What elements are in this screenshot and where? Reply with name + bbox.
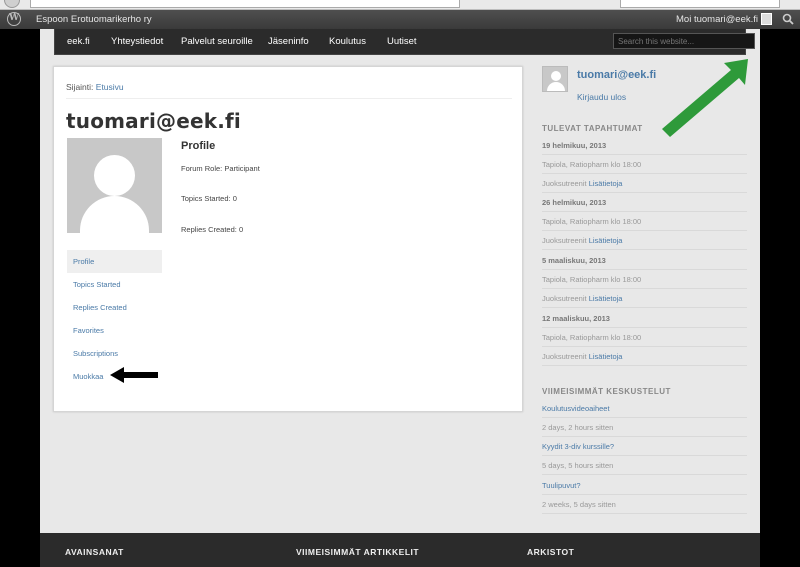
page-title: tuomari@eek.fi (66, 109, 241, 133)
main-nav: eek.fi Yhteystiedot Palvelut seuroille J… (54, 29, 755, 55)
search-icon[interactable] (782, 13, 794, 25)
admin-avatar[interactable] (761, 13, 772, 25)
nav-item-services[interactable]: Palvelut seuroille (181, 36, 253, 47)
sidebar-avatar (542, 66, 568, 92)
profile-heading: Profile (181, 140, 216, 152)
event-more-link[interactable]: Lisätietoja (589, 179, 623, 188)
footer-archives-heading: ARKISTOT (527, 547, 575, 557)
discussion-time: 2 days, 2 hours sitten (542, 423, 747, 437)
profile-card: Sijainti: Etusivu tuomari@eek.fi Profile… (53, 66, 523, 412)
discussion-time: 2 weeks, 5 days sitten (542, 500, 747, 514)
nav-item-contact[interactable]: Yhteystiedot (111, 36, 163, 47)
event-desc: Juoksutreenit Lisätietoja (542, 352, 747, 366)
footer: AVAINSANAT VIIMEISIMMÄT ARTIKKELIT ARKIS… (40, 533, 760, 567)
event-date: 19 helmikuu, 2013 (542, 141, 747, 155)
breadcrumb: Sijainti: Etusivu (66, 82, 124, 92)
sidebar-username[interactable]: tuomari@eek.fi (577, 69, 656, 81)
admin-site-name[interactable]: Espoon Erotuomarikerho ry (36, 14, 152, 25)
event-date: 5 maaliskuu, 2013 (542, 256, 747, 270)
event-desc-text: Juoksutreenit (542, 352, 587, 361)
event-date: 12 maaliskuu, 2013 (542, 314, 747, 328)
browser-search-box[interactable] (620, 0, 780, 8)
replies-created-count: Replies Created: 0 (181, 225, 244, 234)
events-heading: TULEVAT TAPAHTUMAT (542, 124, 643, 133)
profile-menu-item-favorites[interactable]: Favorites (67, 319, 162, 342)
event-desc: Juoksutreenit Lisätietoja (542, 236, 747, 250)
event-place: Tapiola, Ratiopharm klo 18:00 (542, 275, 747, 289)
breadcrumb-label: Sijainti: (66, 82, 94, 92)
annotation-arrow-black-icon (110, 367, 158, 383)
discussion-link[interactable]: Koulutusvideoaiheet (542, 404, 747, 418)
logout-link[interactable]: Kirjaudu ulos (577, 92, 626, 102)
nav-item-home[interactable]: eek.fi (67, 36, 90, 47)
profile-menu-item-replies[interactable]: Replies Created (67, 296, 162, 319)
wordpress-logo-icon[interactable]: W (7, 12, 21, 26)
event-desc: Juoksutreenit Lisätietoja (542, 179, 747, 193)
breadcrumb-home-link[interactable]: Etusivu (96, 82, 124, 92)
admin-howdy[interactable]: Moi tuomari@eek.fi (676, 14, 758, 25)
nav-item-training[interactable]: Koulutus (329, 36, 366, 47)
event-desc-text: Juoksutreenit (542, 236, 587, 245)
topics-started-count: Topics Started: 0 (181, 194, 237, 203)
profile-menu-item-profile[interactable]: Profile (67, 250, 162, 273)
profile-menu-item-subscriptions[interactable]: Subscriptions (67, 342, 162, 365)
site-frame: eek.fi Yhteystiedot Palvelut seuroille J… (40, 29, 760, 567)
discussion-link[interactable]: Kyydit 3-div kurssille? (542, 442, 747, 456)
footer-articles-heading: VIIMEISIMMÄT ARTIKKELIT (296, 547, 420, 557)
back-button[interactable] (4, 0, 20, 8)
event-place: Tapiola, Ratiopharm klo 18:00 (542, 333, 747, 347)
annotation-arrow-green-icon (662, 59, 748, 137)
forum-role: Forum Role: Participant (181, 164, 260, 173)
event-desc: Juoksutreenit Lisätietoja (542, 294, 747, 308)
address-bar[interactable] (30, 0, 460, 8)
event-place: Tapiola, Ratiopharm klo 18:00 (542, 160, 747, 174)
divider (66, 98, 512, 99)
footer-tags-heading: AVAINSANAT (65, 547, 124, 557)
profile-menu-item-topics[interactable]: Topics Started (67, 273, 162, 296)
nav-item-news[interactable]: Uutiset (387, 36, 417, 47)
event-place: Tapiola, Ratiopharm klo 18:00 (542, 217, 747, 231)
event-date: 26 helmikuu, 2013 (542, 198, 747, 212)
discussion-time: 5 days, 5 hours sitten (542, 461, 747, 475)
browser-toolbar (0, 0, 800, 10)
nav-item-member-info[interactable]: Jäseninfo (268, 36, 309, 47)
admin-bar: W Espoon Erotuomarikerho ry Moi tuomari@… (0, 10, 800, 29)
event-more-link[interactable]: Lisätietoja (589, 294, 623, 303)
avatar (67, 138, 162, 233)
event-desc-text: Juoksutreenit (542, 294, 587, 303)
discussion-link[interactable]: Tuulipuvut? (542, 481, 747, 495)
event-more-link[interactable]: Lisätietoja (589, 236, 623, 245)
event-more-link[interactable]: Lisätietoja (589, 352, 623, 361)
search-input[interactable] (613, 33, 755, 49)
event-desc-text: Juoksutreenit (542, 179, 587, 188)
discussions-heading: VIIMEISIMMÄT KESKUSTELUT (542, 387, 671, 396)
